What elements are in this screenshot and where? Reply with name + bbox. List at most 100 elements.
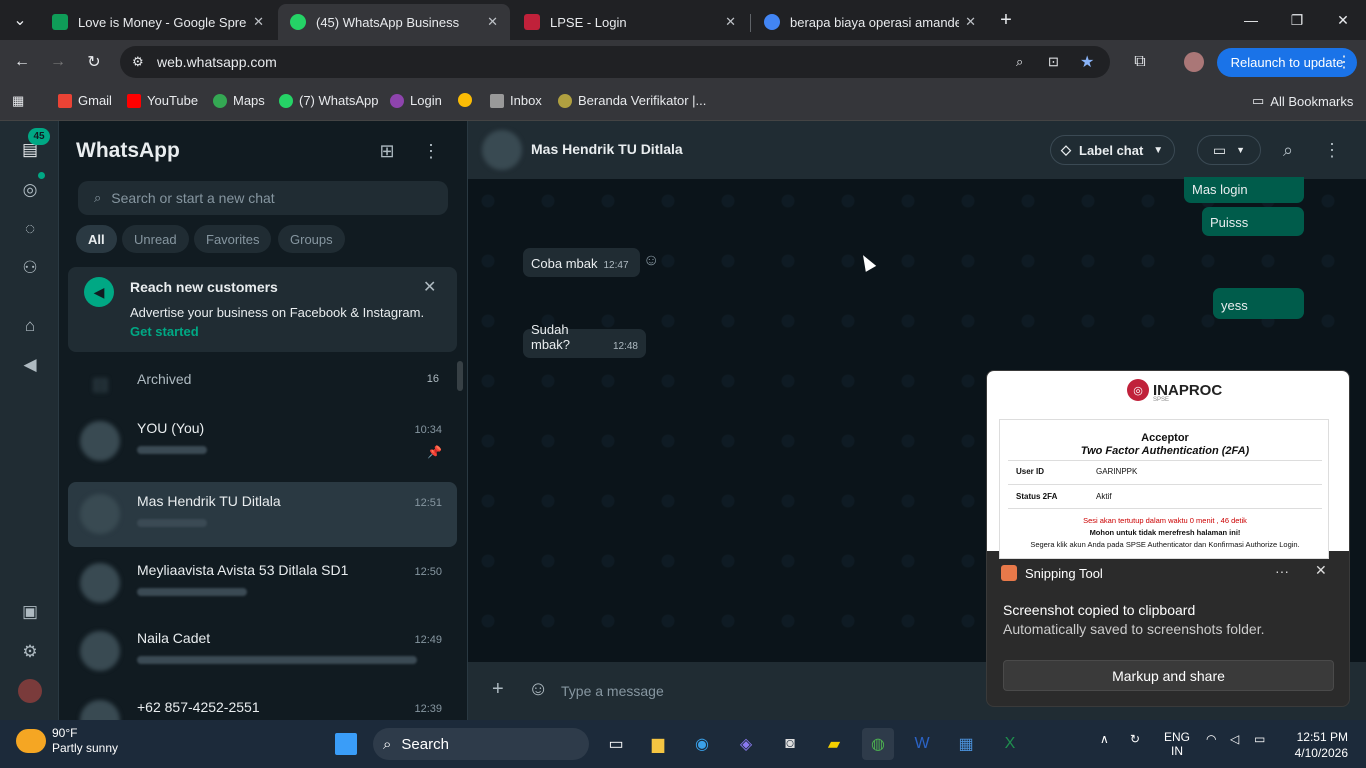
unread-badge: 45 (28, 128, 50, 145)
bookmark-gmail[interactable]: Gmail (58, 93, 112, 108)
video-call-button[interactable]: ▭ ▼ (1197, 135, 1261, 165)
nav-rail: ▤ ◎ ◌ ⚇ ⌂ ◀ ▣ ⚙ (0, 121, 59, 720)
chat-row-selected[interactable]: Mas Hendrik TU Ditlala 12:51 (68, 482, 457, 547)
apps-icon[interactable]: ▦ (12, 93, 24, 109)
taskbar-search[interactable]: ⌕ Search (373, 728, 589, 760)
bookmark-star-icon[interactable]: ★ (1080, 52, 1094, 72)
close-icon[interactable]: ✕ (725, 14, 736, 30)
close-window-button[interactable]: ✕ (1320, 0, 1366, 40)
start-icon[interactable] (330, 728, 362, 760)
avatar (80, 700, 120, 720)
status-icon[interactable]: ◎ (17, 177, 43, 203)
emoji-reaction-icon[interactable]: ☺ (643, 252, 659, 270)
message-input[interactable]: Type a message (561, 683, 664, 699)
chevron-down-icon: ▼ (1236, 145, 1246, 155)
new-chat-icon[interactable]: ⊞ (375, 139, 399, 163)
media-icon[interactable]: ▣ (17, 599, 43, 625)
bookmark-maps[interactable]: Maps (213, 93, 265, 108)
filter-favorites[interactable]: Favorites (194, 225, 272, 253)
close-icon[interactable]: ✕ (487, 14, 498, 30)
tab-google-search[interactable]: berapa biaya operasi amandel ✕ (752, 4, 988, 40)
message-outgoing[interactable]: Mas login (1184, 177, 1304, 203)
scrollbar[interactable] (457, 361, 463, 391)
maximize-button[interactable]: ❐ (1274, 0, 1320, 40)
close-icon[interactable]: ✕ (965, 14, 976, 30)
close-icon[interactable]: ✕ (1315, 562, 1327, 579)
tab-spreadsheet[interactable]: Love is Money - Google Spread ✕ (40, 4, 276, 40)
volume-icon[interactable]: ◁ (1230, 732, 1239, 746)
profile-avatar[interactable] (17, 678, 43, 704)
clock[interactable]: 12:51 PM 4/10/2026 (1292, 729, 1348, 761)
bookmark-inbox[interactable]: Inbox (490, 93, 542, 108)
settings-icon[interactable]: ⚙ (17, 639, 43, 665)
message-outgoing[interactable]: Puisss (1202, 207, 1304, 236)
screenshot-preview[interactable]: ◎ INAPROC SPSE Acceptor Two Factor Authe… (987, 371, 1349, 559)
chat-row[interactable]: Meyliaavista Avista 53 Ditlala SD1 12:50 (68, 551, 457, 616)
message-outgoing[interactable]: yess (1213, 288, 1304, 319)
chat-row[interactable]: Naila Cadet 12:49 (68, 619, 457, 684)
close-icon[interactable]: ✕ (253, 14, 264, 30)
sync-icon[interactable]: ↻ (1130, 732, 1140, 746)
chat-header[interactable]: Mas Hendrik TU Ditlala ◇ Label chat ▼ ▭ … (468, 121, 1366, 179)
menu-icon[interactable]: ⋮ (419, 139, 443, 163)
channels-icon[interactable]: ◌ (17, 216, 43, 242)
attach-plus-icon[interactable]: + (492, 678, 504, 701)
edge-icon[interactable]: ◉ (686, 728, 718, 760)
tray-chevron-icon[interactable]: ∧ (1100, 732, 1109, 746)
profile-avatar[interactable] (1180, 48, 1208, 76)
filter-groups[interactable]: Groups (278, 225, 345, 253)
bookmark-login[interactable]: Login (390, 93, 442, 108)
forward-icon[interactable]: → (44, 48, 72, 76)
language-indicator[interactable]: ENG IN (1164, 730, 1190, 758)
search-icon[interactable]: ⌕ (1275, 137, 1301, 163)
site-info-icon[interactable]: ⚙ (132, 54, 144, 70)
battery-icon[interactable]: ▭ (1254, 732, 1265, 746)
message-incoming[interactable]: Coba mbak 12:47 (523, 248, 640, 277)
more-options-icon[interactable]: ··· (1275, 563, 1289, 579)
menu-icon[interactable]: ⋮ (1330, 48, 1358, 76)
word-icon[interactable]: W (906, 728, 938, 760)
filter-unread[interactable]: Unread (122, 225, 189, 253)
message-incoming[interactable]: Sudah mbak? 12:48 (523, 322, 646, 358)
promo-title: Reach new customers (130, 279, 278, 295)
tab-search-icon[interactable]: ⌄ (6, 6, 34, 34)
excel-icon[interactable]: X (994, 728, 1026, 760)
close-icon[interactable]: ✕ (423, 277, 436, 297)
wifi-icon[interactable]: ◠ (1206, 732, 1216, 746)
bookmark-whatsapp[interactable]: (7) WhatsApp (279, 93, 378, 108)
ads-icon[interactable]: ◀ (17, 352, 43, 378)
camera-icon[interactable]: ◙ (774, 728, 806, 760)
markup-and-share-button[interactable]: Markup and share (1003, 660, 1334, 691)
copilot-icon[interactable]: ◈ (730, 728, 762, 760)
search-input[interactable]: ⌕ Search or start a new chat (78, 181, 448, 215)
zoom-icon[interactable]: ⌕ (1016, 54, 1023, 70)
chat-row[interactable]: YOU (You) 10:34 📌 (68, 409, 457, 474)
file-explorer-icon[interactable]: ▆ (642, 728, 674, 760)
new-tab-button[interactable]: + (992, 6, 1020, 34)
address-bar[interactable]: ⚙ web.whatsapp.com ⌕ ⊡ ★ (120, 46, 1110, 78)
weather-widget[interactable]: 90°F Partly sunny (16, 726, 118, 756)
tab-whatsapp[interactable]: (45) WhatsApp Business ✕ (278, 4, 510, 40)
extensions-icon[interactable]: ⧉ (1126, 48, 1154, 76)
all-bookmarks[interactable]: ▭ All Bookmarks (1252, 93, 1353, 109)
install-icon[interactable]: ⊡ (1048, 54, 1059, 70)
filter-all[interactable]: All (76, 225, 117, 253)
chrome-icon[interactable]: ◍ (862, 728, 894, 760)
minimize-button[interactable]: — (1228, 0, 1274, 40)
label-chat-button[interactable]: ◇ Label chat ▼ (1050, 135, 1175, 165)
get-started-link[interactable]: Get started (130, 324, 199, 339)
sticky-notes-icon[interactable]: ▰ (818, 728, 850, 760)
reload-icon[interactable]: ↻ (80, 48, 108, 76)
bookmark-photos[interactable] (458, 93, 478, 107)
communities-icon[interactable]: ⚇ (17, 255, 43, 281)
catalog-icon[interactable]: ⌂ (17, 313, 43, 339)
task-view-icon[interactable]: ▭ (600, 728, 632, 760)
menu-icon[interactable]: ⋮ (1319, 137, 1345, 163)
back-icon[interactable]: ← (8, 48, 36, 76)
calculator-icon[interactable]: ▦ (950, 728, 982, 760)
sticker-icon[interactable]: ☺ (528, 678, 548, 701)
tab-lpse[interactable]: LPSE - Login ✕ (512, 4, 748, 40)
chat-row[interactable]: +62 857-4252-2551 12:39 (68, 688, 457, 720)
bookmark-youtube[interactable]: YouTube (127, 93, 198, 108)
bookmark-beranda[interactable]: Beranda Verifikator |... (558, 93, 706, 108)
